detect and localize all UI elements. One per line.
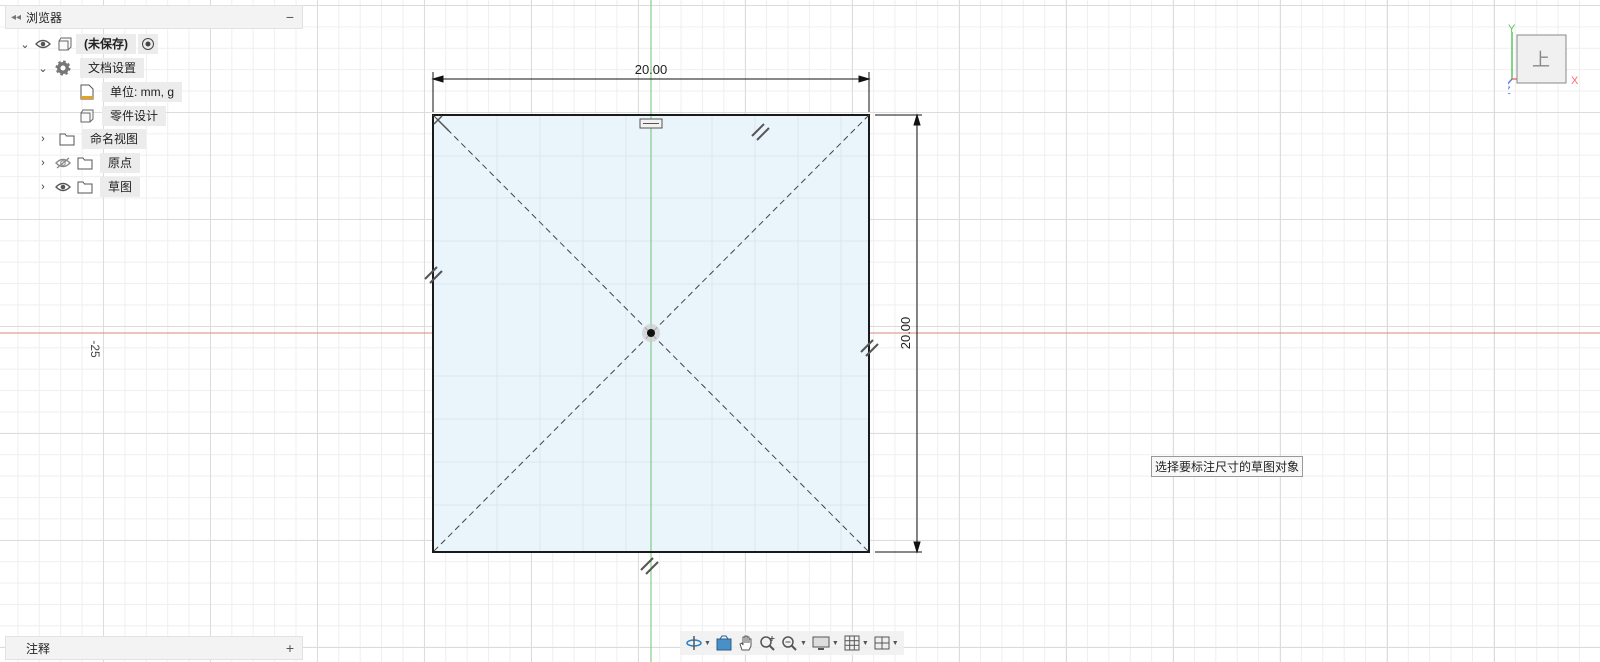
tree-item-root[interactable]: ⌄ (未保存) [18,33,160,55]
dimension-vertical-value[interactable]: 20.00 [898,317,913,350]
tree-item-document-settings[interactable]: ⌄ 文档设置 [36,57,145,79]
browser-panel-header[interactable]: ◂◂ 浏览器 − [5,5,303,29]
orbit-icon [686,636,702,650]
command-tooltip: 选择要标注尺寸的草图对象 [1151,456,1304,477]
tree-item-design-type-label: 零件设计 [102,106,167,126]
dimension-horizontal-value[interactable]: 20.00 [635,62,668,77]
part-design-icon [78,107,96,125]
zoom-window-button[interactable] [757,632,779,654]
display-settings-button[interactable]: ▼ [809,632,841,654]
zoom-button[interactable]: ▼ [779,632,809,654]
chevron-right-icon[interactable]: › [36,181,50,193]
double-chevron-left-icon[interactable]: ◂◂ [6,12,26,23]
view-cube-face-label: 上 [1532,50,1550,71]
dropdown-arrow-icon[interactable]: ▼ [832,640,839,647]
eye-icon[interactable] [34,35,52,53]
viewports-button[interactable]: ▼ [871,632,901,654]
navigation-toolbar: ▼ ▼ ▼ ▼ ▼ [680,631,904,655]
grid-settings-button[interactable]: ▼ [841,632,871,654]
dropdown-arrow-icon[interactable]: ▼ [704,640,711,647]
dropdown-arrow-icon[interactable]: ▼ [800,640,807,647]
pan-button[interactable] [735,632,757,654]
activate-radio-icon[interactable] [138,34,158,54]
add-comment-button[interactable]: + [278,640,302,656]
tree-item-design-type[interactable]: 零件设计 [76,105,167,127]
zoom-icon [782,636,797,651]
folder-icon [76,178,94,196]
display-settings-icon [812,636,830,650]
gear-icon [52,59,74,77]
pan-icon [739,635,752,651]
tree-item-named-views-label: 命名视图 [82,129,147,149]
tree-item-root-label: (未保存) [76,34,136,54]
grid-settings-icon [844,635,860,651]
comments-panel-header[interactable]: 注释 + [5,636,303,660]
tree-item-origin-label: 原点 [100,153,141,173]
sketch-canvas[interactable]: 20.00 20.00 -25 [0,0,1600,662]
origin-point[interactable] [647,329,655,337]
chevron-right-icon[interactable]: › [36,157,50,169]
browser-title: 浏览器 [26,10,63,25]
view-cube[interactable]: 上 X Y Z [1508,22,1596,102]
axis-y-label: Y [1508,23,1516,35]
tree-item-sketches-label: 草图 [100,177,141,197]
chevron-down-icon[interactable]: ⌄ [18,38,32,51]
eye-icon[interactable] [54,178,72,196]
folder-icon [76,154,94,172]
orbit-button[interactable]: ▼ [683,632,713,654]
document-units-icon [78,83,96,101]
horizontal-constraint-icon[interactable] [639,118,663,129]
tree-item-units[interactable]: 单位: mm, g [76,81,183,103]
chevron-right-icon[interactable]: › [36,133,50,145]
minimize-button[interactable]: − [278,9,302,25]
viewports-icon [874,636,890,650]
tree-item-units-label: 单位: mm, g [102,82,183,102]
tree-item-sketches[interactable]: › 草图 [36,176,141,198]
tree-item-origin[interactable]: › 原点 [36,152,141,174]
tree-item-document-settings-label: 文档设置 [80,58,145,78]
parallel-constraint-icon[interactable] [640,557,659,575]
component-icon [56,35,74,53]
look-at-icon [716,635,732,651]
axis-tick-label: -25 [88,340,102,358]
folder-icon [58,130,76,148]
axis-x-label: X [1571,75,1579,87]
axis-z-label: Z [1508,85,1511,97]
look-at-button[interactable] [713,632,735,654]
dropdown-arrow-icon[interactable]: ▼ [862,640,869,647]
tree-item-named-views[interactable]: › 命名视图 [36,128,147,150]
dropdown-arrow-icon[interactable]: ▼ [892,640,899,647]
zoom-window-icon [760,636,775,651]
chevron-down-icon[interactable]: ⌄ [36,62,50,75]
eye-hidden-icon[interactable] [54,154,72,172]
comments-title: 注释 [26,641,51,656]
